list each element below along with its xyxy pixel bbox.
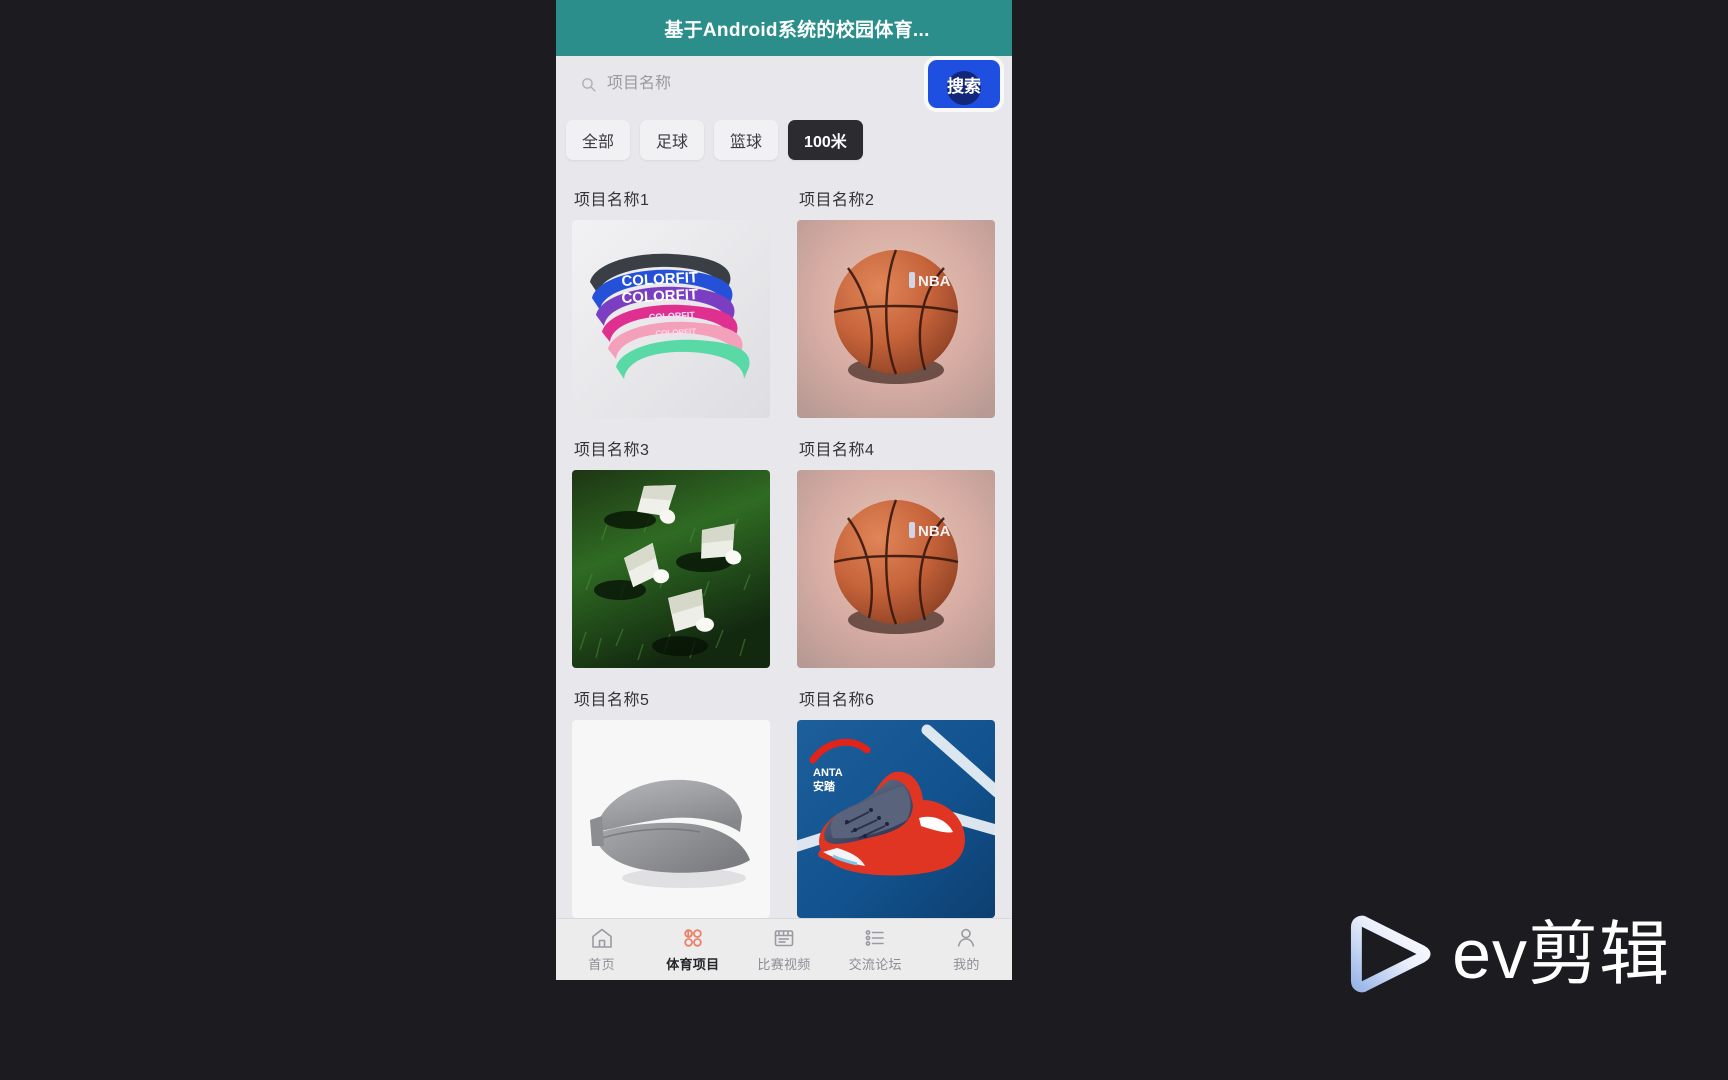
- svg-text:NBA: NBA: [918, 523, 951, 540]
- bottom-nav: 首页 体育项目 比赛视频 交流论坛 我的: [556, 918, 1012, 980]
- screen-root: 基于Android系统的校园体育... 搜索 全部 足球 篮: [0, 0, 1728, 1080]
- filter-chip-100m[interactable]: 100米: [788, 120, 863, 160]
- search-input[interactable]: [607, 75, 928, 93]
- project-title: 项目名称2: [799, 192, 875, 209]
- tab-home-label: 首页: [588, 957, 615, 972]
- project-card[interactable]: 项目名称4 NBA: [797, 424, 996, 674]
- project-card[interactable]: 项目名称1 COLORFIT COLORFIT COLORFIT COLORFI…: [572, 174, 771, 424]
- video-board-icon: [772, 926, 796, 950]
- tab-match-videos-label: 比赛视频: [757, 957, 811, 972]
- project-card[interactable]: 项目名称3: [572, 424, 771, 674]
- tab-home[interactable]: 首页: [556, 926, 647, 973]
- search-field[interactable]: [580, 62, 928, 106]
- grid-petals-icon: [681, 926, 705, 950]
- project-grid-scroll[interactable]: 项目名称1 COLORFIT COLORFIT COLORFIT COLORFI…: [556, 168, 1012, 918]
- project-title: 项目名称4: [799, 442, 875, 459]
- project-grid: 项目名称1 COLORFIT COLORFIT COLORFIT COLORFI…: [572, 174, 996, 918]
- project-title: 项目名称5: [574, 692, 650, 709]
- watermark: ev剪辑: [1348, 912, 1670, 996]
- tab-match-videos[interactable]: 比赛视频: [738, 926, 829, 973]
- project-card[interactable]: 项目名称2 NBA: [797, 174, 996, 424]
- watermark-text: ev剪辑: [1452, 915, 1670, 993]
- phone-viewport: 基于Android系统的校园体育... 搜索 全部 足球 篮: [556, 0, 1012, 980]
- filter-chip-all[interactable]: 全部: [566, 120, 631, 160]
- search-button[interactable]: 搜索: [928, 60, 1000, 108]
- app-header: 基于Android系统的校园体育...: [556, 0, 1012, 56]
- filter-chip-basketball[interactable]: 篮球: [714, 120, 779, 160]
- project-thumbnail-shuttlecocks[interactable]: [572, 470, 770, 668]
- search-bar: 搜索: [556, 56, 1012, 112]
- project-thumbnail-resistance-bands[interactable]: COLORFIT COLORFIT COLORFIT COLORFIT: [572, 220, 770, 418]
- home-icon: [590, 926, 614, 950]
- svg-text:NBA: NBA: [918, 273, 951, 290]
- page-title: 基于Android系统的校园体育...: [664, 19, 930, 41]
- project-thumbnail-basketball[interactable]: NBA: [797, 220, 995, 418]
- person-icon: [954, 926, 978, 950]
- svg-text:ANTA: ANTA: [813, 767, 843, 779]
- project-title: 项目名称3: [574, 442, 650, 459]
- project-card[interactable]: 项目名称5: [572, 674, 771, 918]
- svg-text:安踏: 安踏: [813, 779, 836, 793]
- tab-sports-projects[interactable]: 体育项目: [647, 926, 738, 973]
- tab-mine-label: 我的: [953, 957, 980, 972]
- project-card[interactable]: 项目名称6 ANTA 安踏: [797, 674, 996, 918]
- tab-mine[interactable]: 我的: [921, 926, 1012, 973]
- project-title: 项目名称1: [574, 192, 650, 209]
- tab-forum-label: 交流论坛: [848, 957, 902, 972]
- project-title: 项目名称6: [799, 692, 875, 709]
- tab-sports-projects-label: 体育项目: [666, 957, 720, 972]
- project-thumbnail-visor-cap[interactable]: [572, 720, 770, 918]
- list-icon: [863, 926, 887, 950]
- filter-chip-row: 全部 足球 篮球 100米: [556, 112, 1012, 168]
- play-triangle-icon: [1348, 912, 1432, 996]
- project-thumbnail-basketball[interactable]: NBA: [797, 470, 995, 668]
- search-button-label: 搜索: [947, 76, 981, 96]
- filter-chip-football[interactable]: 足球: [640, 120, 705, 160]
- project-thumbnail-anta-shoe[interactable]: ANTA 安踏: [797, 720, 995, 918]
- search-icon: [580, 76, 597, 93]
- tab-forum[interactable]: 交流论坛: [830, 926, 921, 973]
